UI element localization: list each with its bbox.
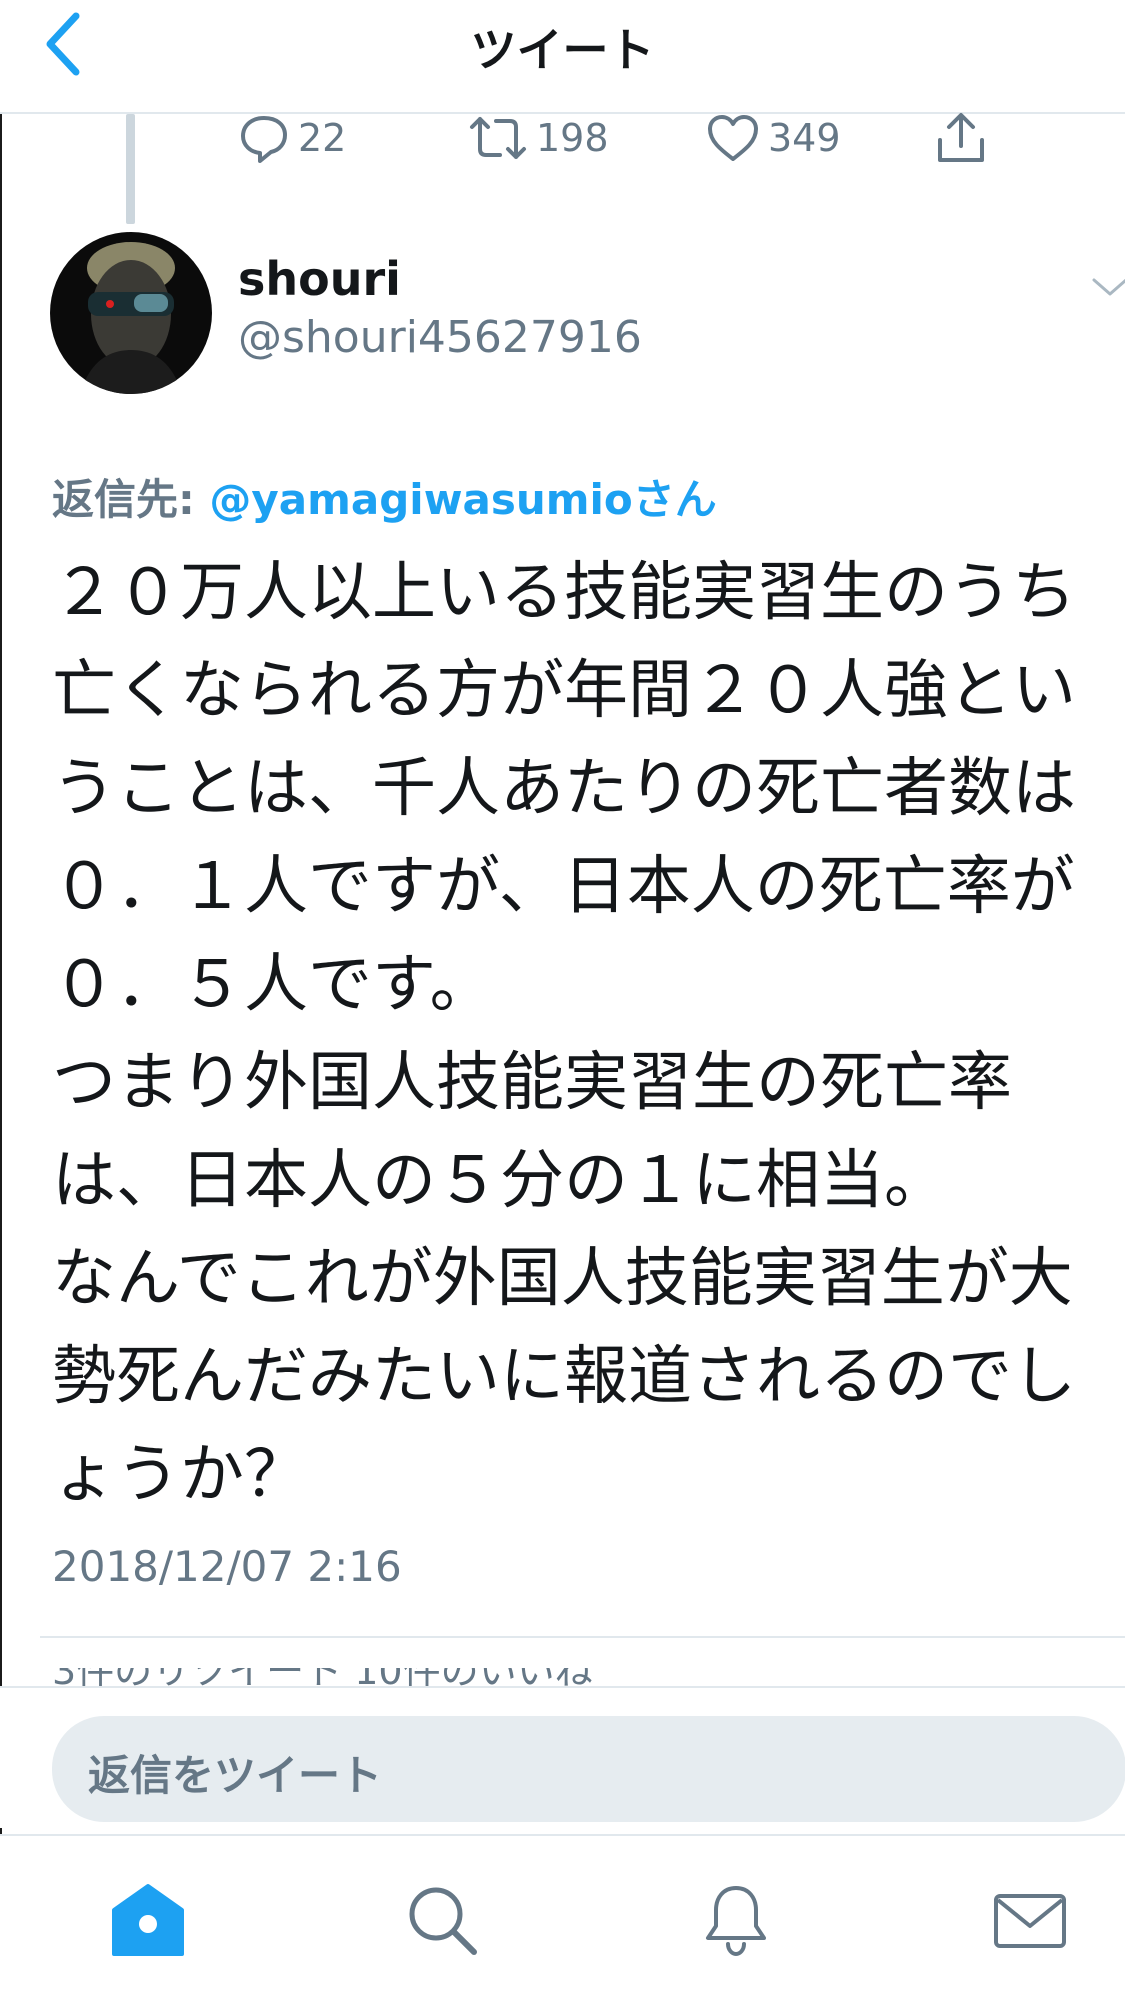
heart-icon (708, 115, 758, 161)
reply-to-label: 返信先: (52, 475, 210, 524)
top-navigation-bar: ツイート (0, 0, 1125, 114)
reply-icon (241, 116, 287, 163)
reply-count: 22 (298, 116, 347, 160)
tweet-options-button[interactable] (1090, 272, 1125, 302)
thread-connector-line (126, 114, 135, 224)
divider (40, 1636, 1125, 1638)
retweet-icon (470, 117, 526, 159)
home-icon (112, 1884, 184, 1956)
author-display-name[interactable]: shouri (238, 252, 401, 306)
like-count: 349 (768, 116, 841, 160)
tweet-text: ２０万人以上いる技能実習生のうち亡くなられる方が年間２０人強ということは、千人あ… (52, 556, 1076, 1512)
like-action[interactable]: 349 (706, 108, 841, 168)
share-action[interactable] (935, 108, 987, 168)
engagement-stats-text: 3件のリツイート 10件のいいね (52, 1668, 593, 1688)
tab-messages[interactable] (990, 1880, 1070, 1960)
tab-search[interactable] (402, 1880, 482, 1960)
page-title: ツイート (470, 23, 655, 77)
author-handle[interactable]: @shouri45627916 (238, 312, 642, 363)
tweet-timestamp: 2018/12/07 2:16 (52, 1542, 402, 1591)
share-icon (938, 113, 984, 162)
retweet-count: 198 (536, 116, 609, 160)
reply-context: 返信先: @yamagiwasumioさん (52, 466, 717, 527)
envelope-icon (994, 1894, 1066, 1948)
avatar[interactable] (50, 232, 212, 394)
engagement-stats[interactable]: 3件のリツイート 10件のいいね (52, 1668, 952, 1688)
reply-to-mention-link[interactable]: @yamagiwasumioさん (209, 475, 716, 524)
tab-home[interactable] (108, 1880, 188, 1960)
tab-notifications[interactable] (696, 1880, 776, 1960)
chevron-down-icon (1092, 278, 1125, 296)
avatar-portrait-icon (50, 232, 212, 394)
bell-icon (706, 1886, 766, 1957)
retweet-action[interactable]: 198 (468, 108, 609, 168)
reply-action[interactable]: 22 (238, 108, 346, 168)
reply-input[interactable] (52, 1716, 1125, 1822)
search-icon (409, 1887, 477, 1955)
